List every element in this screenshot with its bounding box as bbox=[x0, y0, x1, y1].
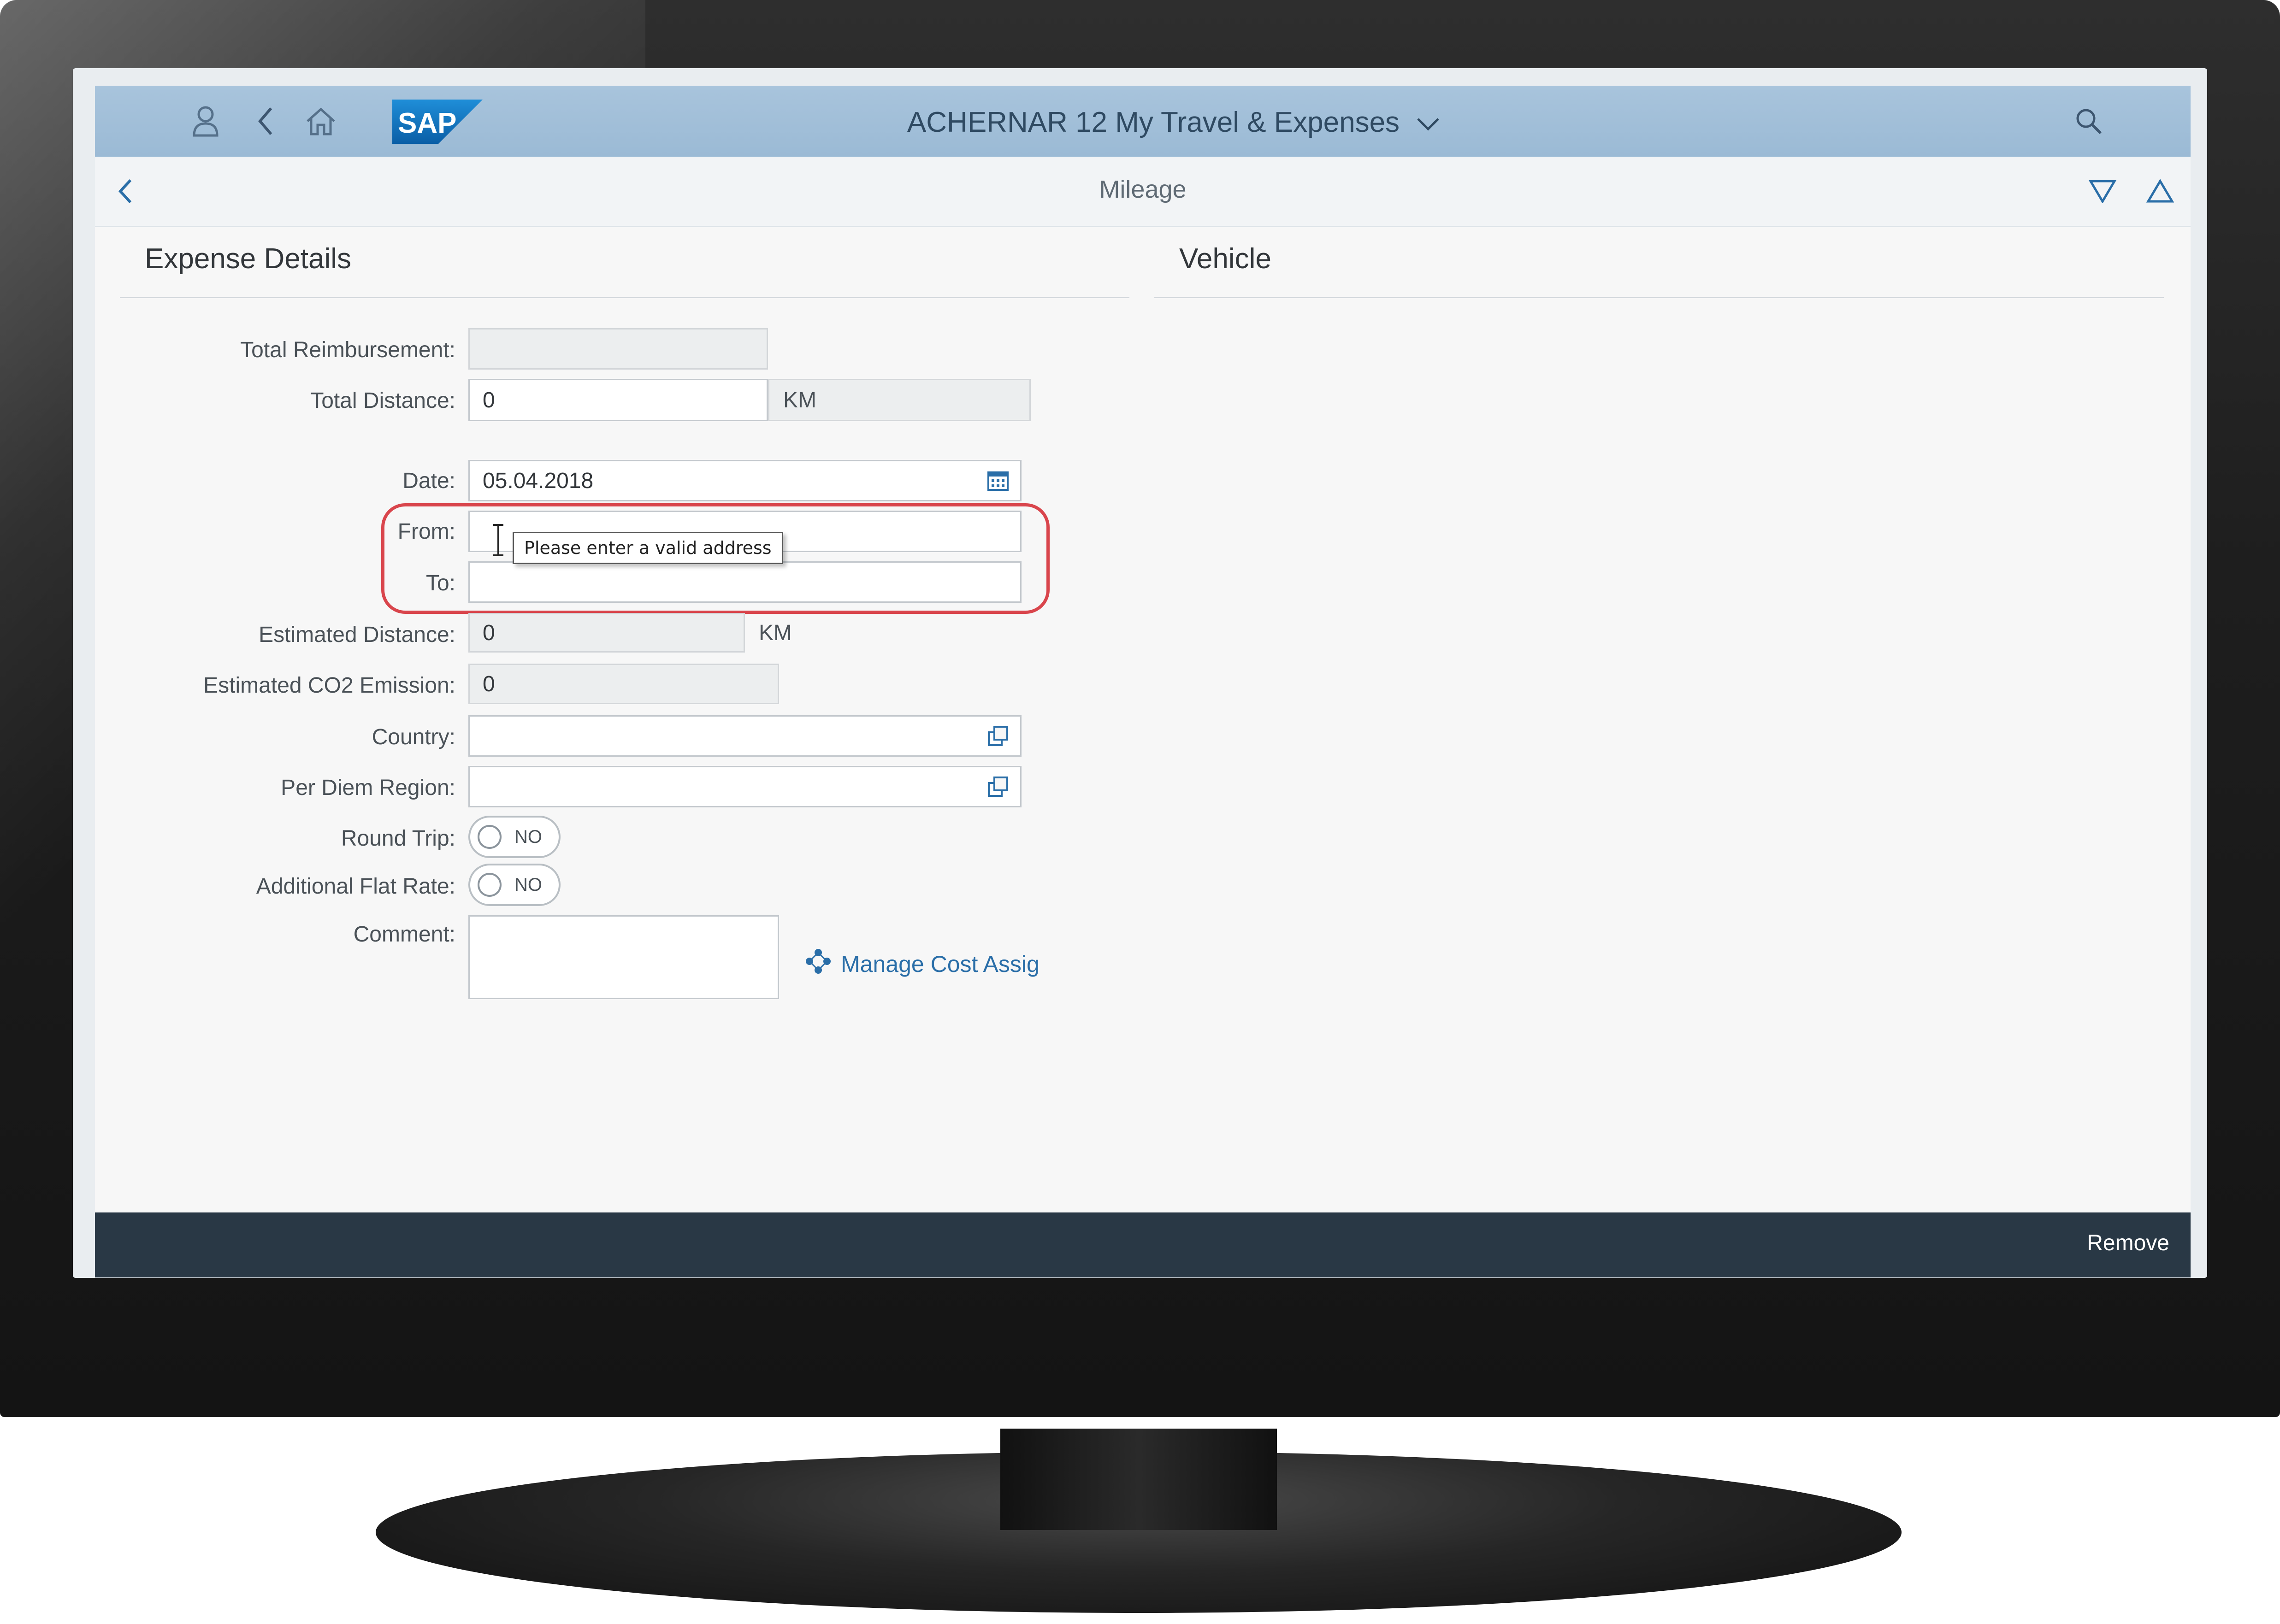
total-distance-unit: KM bbox=[768, 379, 1031, 421]
app-title: ACHERNAR 12 My Travel & Expenses bbox=[907, 106, 1400, 138]
back-icon[interactable] bbox=[245, 100, 286, 142]
page-title: Mileage bbox=[1099, 176, 1187, 203]
round-trip-label: Round Trip: bbox=[341, 826, 455, 851]
estimated-distance-unit: KM bbox=[759, 621, 792, 645]
filter-down-icon[interactable] bbox=[2082, 171, 2123, 212]
cost-assignment-icon bbox=[805, 948, 832, 980]
country-input[interactable] bbox=[468, 715, 1022, 757]
section-divider bbox=[120, 297, 1129, 298]
estimated-co2-field: 0 bbox=[468, 664, 779, 704]
app-screen: SAP ACHERNAR 12 My Travel & Expenses Mil… bbox=[95, 86, 2191, 1277]
footer-toolbar: Remove bbox=[95, 1212, 2191, 1277]
value-help-icon[interactable] bbox=[986, 724, 1010, 748]
round-trip-state: NO bbox=[514, 827, 542, 847]
manage-cost-assignment-label: Manage Cost Assig bbox=[841, 951, 1040, 977]
search-icon[interactable] bbox=[2068, 100, 2109, 142]
sap-logo[interactable]: SAP bbox=[392, 100, 483, 144]
date-value: 05.04.2018 bbox=[483, 468, 594, 493]
page-subheader: Mileage bbox=[95, 157, 2191, 227]
filter-up-icon[interactable] bbox=[2139, 171, 2181, 212]
additional-flat-rate-switch[interactable]: NO bbox=[468, 864, 561, 906]
total-reimbursement-field bbox=[468, 328, 768, 370]
value-help-icon[interactable] bbox=[986, 775, 1010, 799]
date-picker-input[interactable]: 05.04.2018 bbox=[468, 460, 1022, 501]
comment-textarea[interactable] bbox=[468, 915, 779, 999]
user-icon[interactable] bbox=[185, 100, 226, 142]
section-divider bbox=[1154, 297, 2164, 298]
total-distance-label: Total Distance: bbox=[310, 388, 455, 413]
estimated-distance-field: 0 bbox=[468, 613, 745, 653]
country-label: Country: bbox=[372, 725, 455, 749]
app-title-menu[interactable]: ACHERNAR 12 My Travel & Expenses bbox=[805, 101, 1542, 143]
svg-text:SAP: SAP bbox=[398, 107, 456, 139]
switch-knob bbox=[478, 873, 502, 897]
additional-flat-rate-label: Additional Flat Rate: bbox=[256, 874, 455, 899]
text-cursor-icon bbox=[493, 524, 503, 556]
address-tooltip: Please enter a valid address bbox=[513, 532, 783, 564]
chevron-down-icon bbox=[1416, 106, 1440, 139]
per-diem-region-label: Per Diem Region: bbox=[281, 776, 455, 800]
home-icon[interactable] bbox=[300, 100, 342, 142]
additional-flat-rate-state: NO bbox=[514, 875, 542, 895]
switch-knob bbox=[478, 825, 502, 849]
remove-button[interactable]: Remove bbox=[2084, 1230, 2172, 1256]
expense-details-heading: Expense Details bbox=[145, 243, 352, 275]
round-trip-switch[interactable]: NO bbox=[468, 816, 561, 858]
calendar-icon[interactable] bbox=[986, 469, 1010, 493]
total-distance-input[interactable]: 0 bbox=[468, 379, 768, 421]
estimated-co2-label: Estimated CO2 Emission: bbox=[203, 673, 455, 698]
total-reimbursement-label: Total Reimbursement: bbox=[240, 338, 455, 362]
estimated-distance-label: Estimated Distance: bbox=[259, 623, 455, 647]
per-diem-region-input[interactable] bbox=[468, 766, 1022, 807]
nav-back-icon[interactable] bbox=[104, 171, 146, 212]
shell-header: SAP ACHERNAR 12 My Travel & Expenses bbox=[95, 86, 2191, 157]
comment-label: Comment: bbox=[353, 922, 455, 947]
vehicle-heading: Vehicle bbox=[1179, 243, 1271, 275]
monitor-stand-neck bbox=[1000, 1429, 1277, 1530]
date-label: Date: bbox=[402, 469, 455, 493]
manage-cost-assignment-link[interactable]: Manage Cost Assig bbox=[805, 946, 1128, 983]
